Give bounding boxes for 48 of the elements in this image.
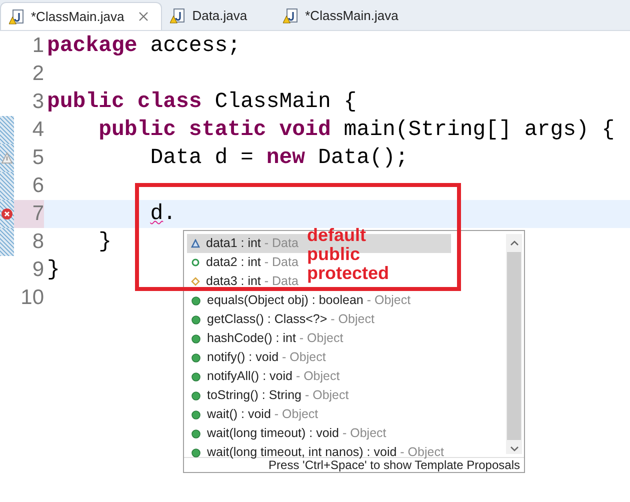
tab-label: Data.java [192, 7, 248, 26]
method-dot-icon [191, 352, 201, 362]
code-line: public class ClassMain { [47, 88, 357, 116]
editor-tab[interactable]: Data.java [162, 2, 276, 30]
method-dot-icon [191, 372, 201, 382]
java-file-icon [283, 8, 300, 24]
editor-tab[interactable]: *ClassMain.java [275, 2, 426, 30]
completion-item[interactable]: data2 : int - Data [187, 253, 298, 272]
completion-item[interactable]: notify() : void - Object [187, 348, 326, 367]
java-file-icon [170, 8, 186, 24]
code-line: package access; [47, 32, 241, 60]
code-line: } [98, 228, 112, 256]
completion-item[interactable]: hashCode() : int - Object [187, 329, 344, 348]
completion-item[interactable]: notifyAll() : void - Object [187, 367, 340, 386]
annotation-label: default [307, 226, 368, 245]
code-line: public static void main(String[] args) { [98, 116, 615, 144]
completion-item[interactable]: wait(long timeout) : void - Object [187, 424, 386, 443]
editor-tab[interactable]: *ClassMain.java [0, 2, 162, 30]
method-dot-icon [191, 334, 201, 344]
warning-icon [1, 152, 13, 164]
scrollbar-thumb[interactable] [507, 252, 521, 440]
method-dot-icon [191, 410, 201, 420]
method-dot-icon [191, 314, 201, 324]
code-line: Data d = new Data(); [149, 144, 408, 172]
completion-item[interactable]: data3 : int - Data [187, 272, 298, 291]
scrollbar[interactable] [506, 234, 522, 454]
diamond-icon [191, 277, 200, 286]
java-file-icon [9, 8, 25, 24]
completion-item[interactable]: toString() : String - Object [187, 386, 349, 405]
method-dot-icon [191, 428, 201, 438]
completion-item[interactable]: data1 : int - Data [187, 234, 298, 253]
line-number: 7 [14, 200, 44, 228]
code-line: d. [149, 200, 176, 228]
annotation-label: protected [307, 264, 390, 283]
circle-icon [191, 258, 200, 267]
tab-label: *ClassMain.java [31, 8, 124, 26]
annotation-label: public [307, 245, 361, 264]
method-dot-icon [191, 390, 201, 400]
close-icon[interactable] [138, 11, 150, 22]
completion-item[interactable]: equals(Object obj) : boolean - Object [187, 291, 411, 310]
method-dot-icon [191, 296, 201, 306]
triangle-icon [191, 239, 200, 248]
error-icon [1, 208, 13, 220]
completion-item[interactable]: wait() : void - Object [187, 405, 318, 424]
method-dot-icon [191, 448, 201, 458]
completion-item[interactable]: getClass() : Class<?> - Object [187, 310, 374, 329]
code-line: } [47, 256, 60, 284]
tab-label: *ClassMain.java [305, 7, 398, 26]
